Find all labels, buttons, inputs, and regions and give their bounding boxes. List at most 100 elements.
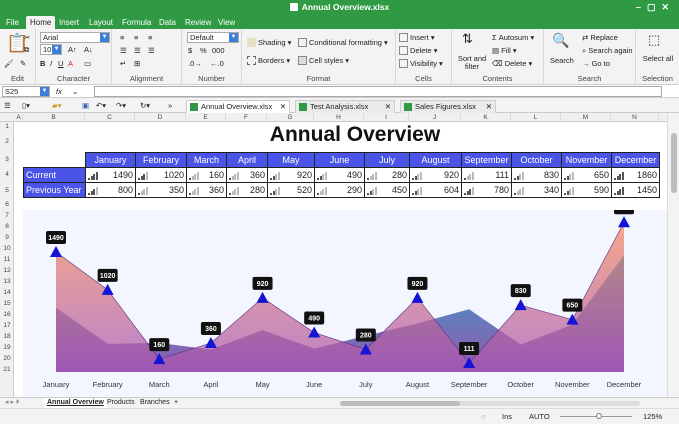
tab-test-analysis[interactable]: Test Analysis.xlsx ✕ bbox=[295, 100, 395, 113]
thousands-icon[interactable]: 000 bbox=[212, 46, 225, 55]
column-header[interactable]: M bbox=[561, 113, 611, 122]
column-header[interactable]: N bbox=[611, 113, 659, 122]
column-header[interactable]: E bbox=[186, 113, 226, 122]
window-controls[interactable]: –▢✕ bbox=[636, 0, 675, 15]
shading-button[interactable]: Shading ▾ bbox=[247, 38, 291, 47]
sheet-tab-branches[interactable]: Branches bbox=[137, 398, 173, 408]
column-header[interactable]: J bbox=[409, 113, 461, 122]
redo-icon[interactable]: ↷▾ bbox=[116, 101, 126, 110]
menu-home[interactable]: Home bbox=[26, 16, 56, 29]
table-cell[interactable]: 1450 bbox=[611, 182, 660, 198]
font-name-select[interactable]: Arial ▼ bbox=[40, 32, 110, 43]
column-title[interactable]: January bbox=[85, 152, 136, 168]
merge-cells-icon[interactable]: ⊞ bbox=[134, 59, 140, 68]
table-cell[interactable]: 920 bbox=[267, 167, 315, 183]
row-header[interactable]: 15 bbox=[0, 300, 14, 307]
table-cell[interactable]: 590 bbox=[561, 182, 612, 198]
tab-sales-figures[interactable]: Sales Figures.xlsx ✕ bbox=[400, 100, 496, 113]
row-header[interactable]: 4 bbox=[0, 171, 14, 178]
undo-icon[interactable]: ↶▾ bbox=[96, 101, 106, 110]
scroll-thumb[interactable] bbox=[671, 133, 677, 193]
tab-annual-overview[interactable]: Annual Overview.xlsx ✕ bbox=[186, 100, 290, 113]
menu-file[interactable]: File bbox=[6, 16, 19, 29]
row-label[interactable]: Current bbox=[23, 167, 86, 183]
replace-button[interactable]: ⇄ Replace bbox=[582, 33, 618, 42]
table-cell[interactable]: 520 bbox=[267, 182, 315, 198]
sort-filter-icon[interactable]: ⇅ bbox=[462, 31, 473, 47]
menu-review[interactable]: Review bbox=[185, 16, 211, 29]
table-cell[interactable]: 280 bbox=[226, 182, 268, 198]
row-header[interactable]: 3 bbox=[0, 156, 14, 163]
row-header[interactable]: 10 bbox=[0, 245, 14, 252]
row-header[interactable]: 16 bbox=[0, 311, 14, 318]
row-header[interactable]: 7 bbox=[0, 212, 14, 219]
row-header[interactable]: 9 bbox=[0, 234, 14, 241]
record-macro-icon[interactable]: ◌ bbox=[481, 412, 485, 421]
menu-formula[interactable]: Formula bbox=[122, 16, 151, 29]
add-sheet-button[interactable]: + bbox=[171, 398, 181, 408]
sheet-area[interactable]: Annual Overview January February March Apri… bbox=[15, 122, 667, 397]
row-header[interactable]: 13 bbox=[0, 278, 14, 285]
close-icon[interactable]: ✕ bbox=[486, 101, 492, 113]
table-cell[interactable]: 1860 bbox=[611, 167, 660, 183]
expand-formula-icon[interactable]: ⌄ bbox=[72, 87, 78, 96]
percent-icon[interactable]: % bbox=[200, 46, 207, 55]
table-cell[interactable]: 800 bbox=[85, 182, 136, 198]
borders-button[interactable]: Borders ▾ bbox=[247, 56, 290, 65]
row-header[interactable]: 18 bbox=[0, 333, 14, 340]
close-icon[interactable]: ✕ bbox=[280, 101, 286, 113]
table-cell[interactable]: 340 bbox=[511, 182, 562, 198]
row-header[interactable]: 19 bbox=[0, 344, 14, 351]
table-cell[interactable]: 604 bbox=[409, 182, 462, 198]
row-header[interactable]: 21 bbox=[0, 366, 14, 373]
cut-icon[interactable]: ✂ bbox=[24, 33, 30, 42]
table-cell[interactable]: 490 bbox=[314, 167, 365, 183]
highlight-icon[interactable]: ▭ bbox=[84, 59, 91, 68]
more-icon[interactable]: » bbox=[168, 101, 172, 110]
fx-icon[interactable]: fx bbox=[56, 87, 62, 96]
wrap-text-icon[interactable]: ↵ bbox=[120, 59, 126, 68]
search-label[interactable]: Search bbox=[550, 56, 574, 65]
new-document-icon[interactable]: ▯▾ bbox=[22, 101, 30, 110]
column-title[interactable]: June bbox=[314, 152, 365, 168]
visibility-button[interactable]: Visibility ▾ bbox=[399, 59, 443, 68]
cell-reference-box[interactable]: S25 ▼ bbox=[2, 86, 50, 97]
row-header[interactable]: 12 bbox=[0, 267, 14, 274]
row-header[interactable]: 20 bbox=[0, 355, 14, 362]
select-all-icon[interactable]: ⬚ bbox=[648, 32, 660, 48]
table-cell[interactable]: 1490 bbox=[85, 167, 136, 183]
table-cell[interactable]: 360 bbox=[186, 182, 227, 198]
column-title[interactable]: May bbox=[267, 152, 315, 168]
row-label[interactable]: Previous Year bbox=[23, 182, 86, 198]
align-middle-icon[interactable]: ≡ bbox=[134, 33, 138, 42]
table-cell[interactable]: 920 bbox=[409, 167, 462, 183]
save-icon[interactable]: ▣ bbox=[82, 101, 89, 110]
formula-input[interactable] bbox=[94, 86, 662, 97]
table-cell[interactable]: 1020 bbox=[135, 167, 187, 183]
go-to-button[interactable]: → Go to bbox=[582, 59, 610, 68]
align-center-icon[interactable]: ☰ bbox=[134, 46, 141, 55]
column-title[interactable]: September bbox=[461, 152, 512, 168]
column-header[interactable]: G bbox=[267, 113, 314, 122]
font-color-icon[interactable]: A bbox=[68, 59, 73, 68]
column-header[interactable]: I bbox=[364, 113, 409, 122]
table-cell[interactable]: 111 bbox=[461, 167, 512, 183]
row-header[interactable]: 14 bbox=[0, 289, 14, 296]
tab-nav-arrows[interactable]: ◂ ▸ ⏵ bbox=[2, 398, 22, 408]
column-header[interactable]: B bbox=[23, 113, 85, 122]
menu-insert[interactable]: Insert bbox=[59, 16, 79, 29]
align-left-icon[interactable]: ☰ bbox=[120, 46, 127, 55]
vertical-scrollbar[interactable] bbox=[667, 113, 679, 397]
select-all-label[interactable]: Select all bbox=[640, 55, 676, 63]
search-icon[interactable]: 🔍 bbox=[552, 32, 569, 49]
row-header[interactable]: 2 bbox=[0, 138, 14, 145]
column-header[interactable]: K bbox=[461, 113, 511, 122]
decrease-decimal-icon[interactable]: ←.0 bbox=[210, 59, 224, 68]
table-cell[interactable]: 650 bbox=[561, 167, 612, 183]
column-header[interactable]: H bbox=[314, 113, 364, 122]
row-header[interactable]: 1 bbox=[0, 123, 14, 130]
autosum-button[interactable]: Σ Autosum ▾ bbox=[492, 33, 534, 42]
row-header[interactable]: 17 bbox=[0, 322, 14, 329]
column-title[interactable]: November bbox=[561, 152, 612, 168]
cell-styles-button[interactable]: Cell styles ▾ bbox=[298, 56, 349, 65]
